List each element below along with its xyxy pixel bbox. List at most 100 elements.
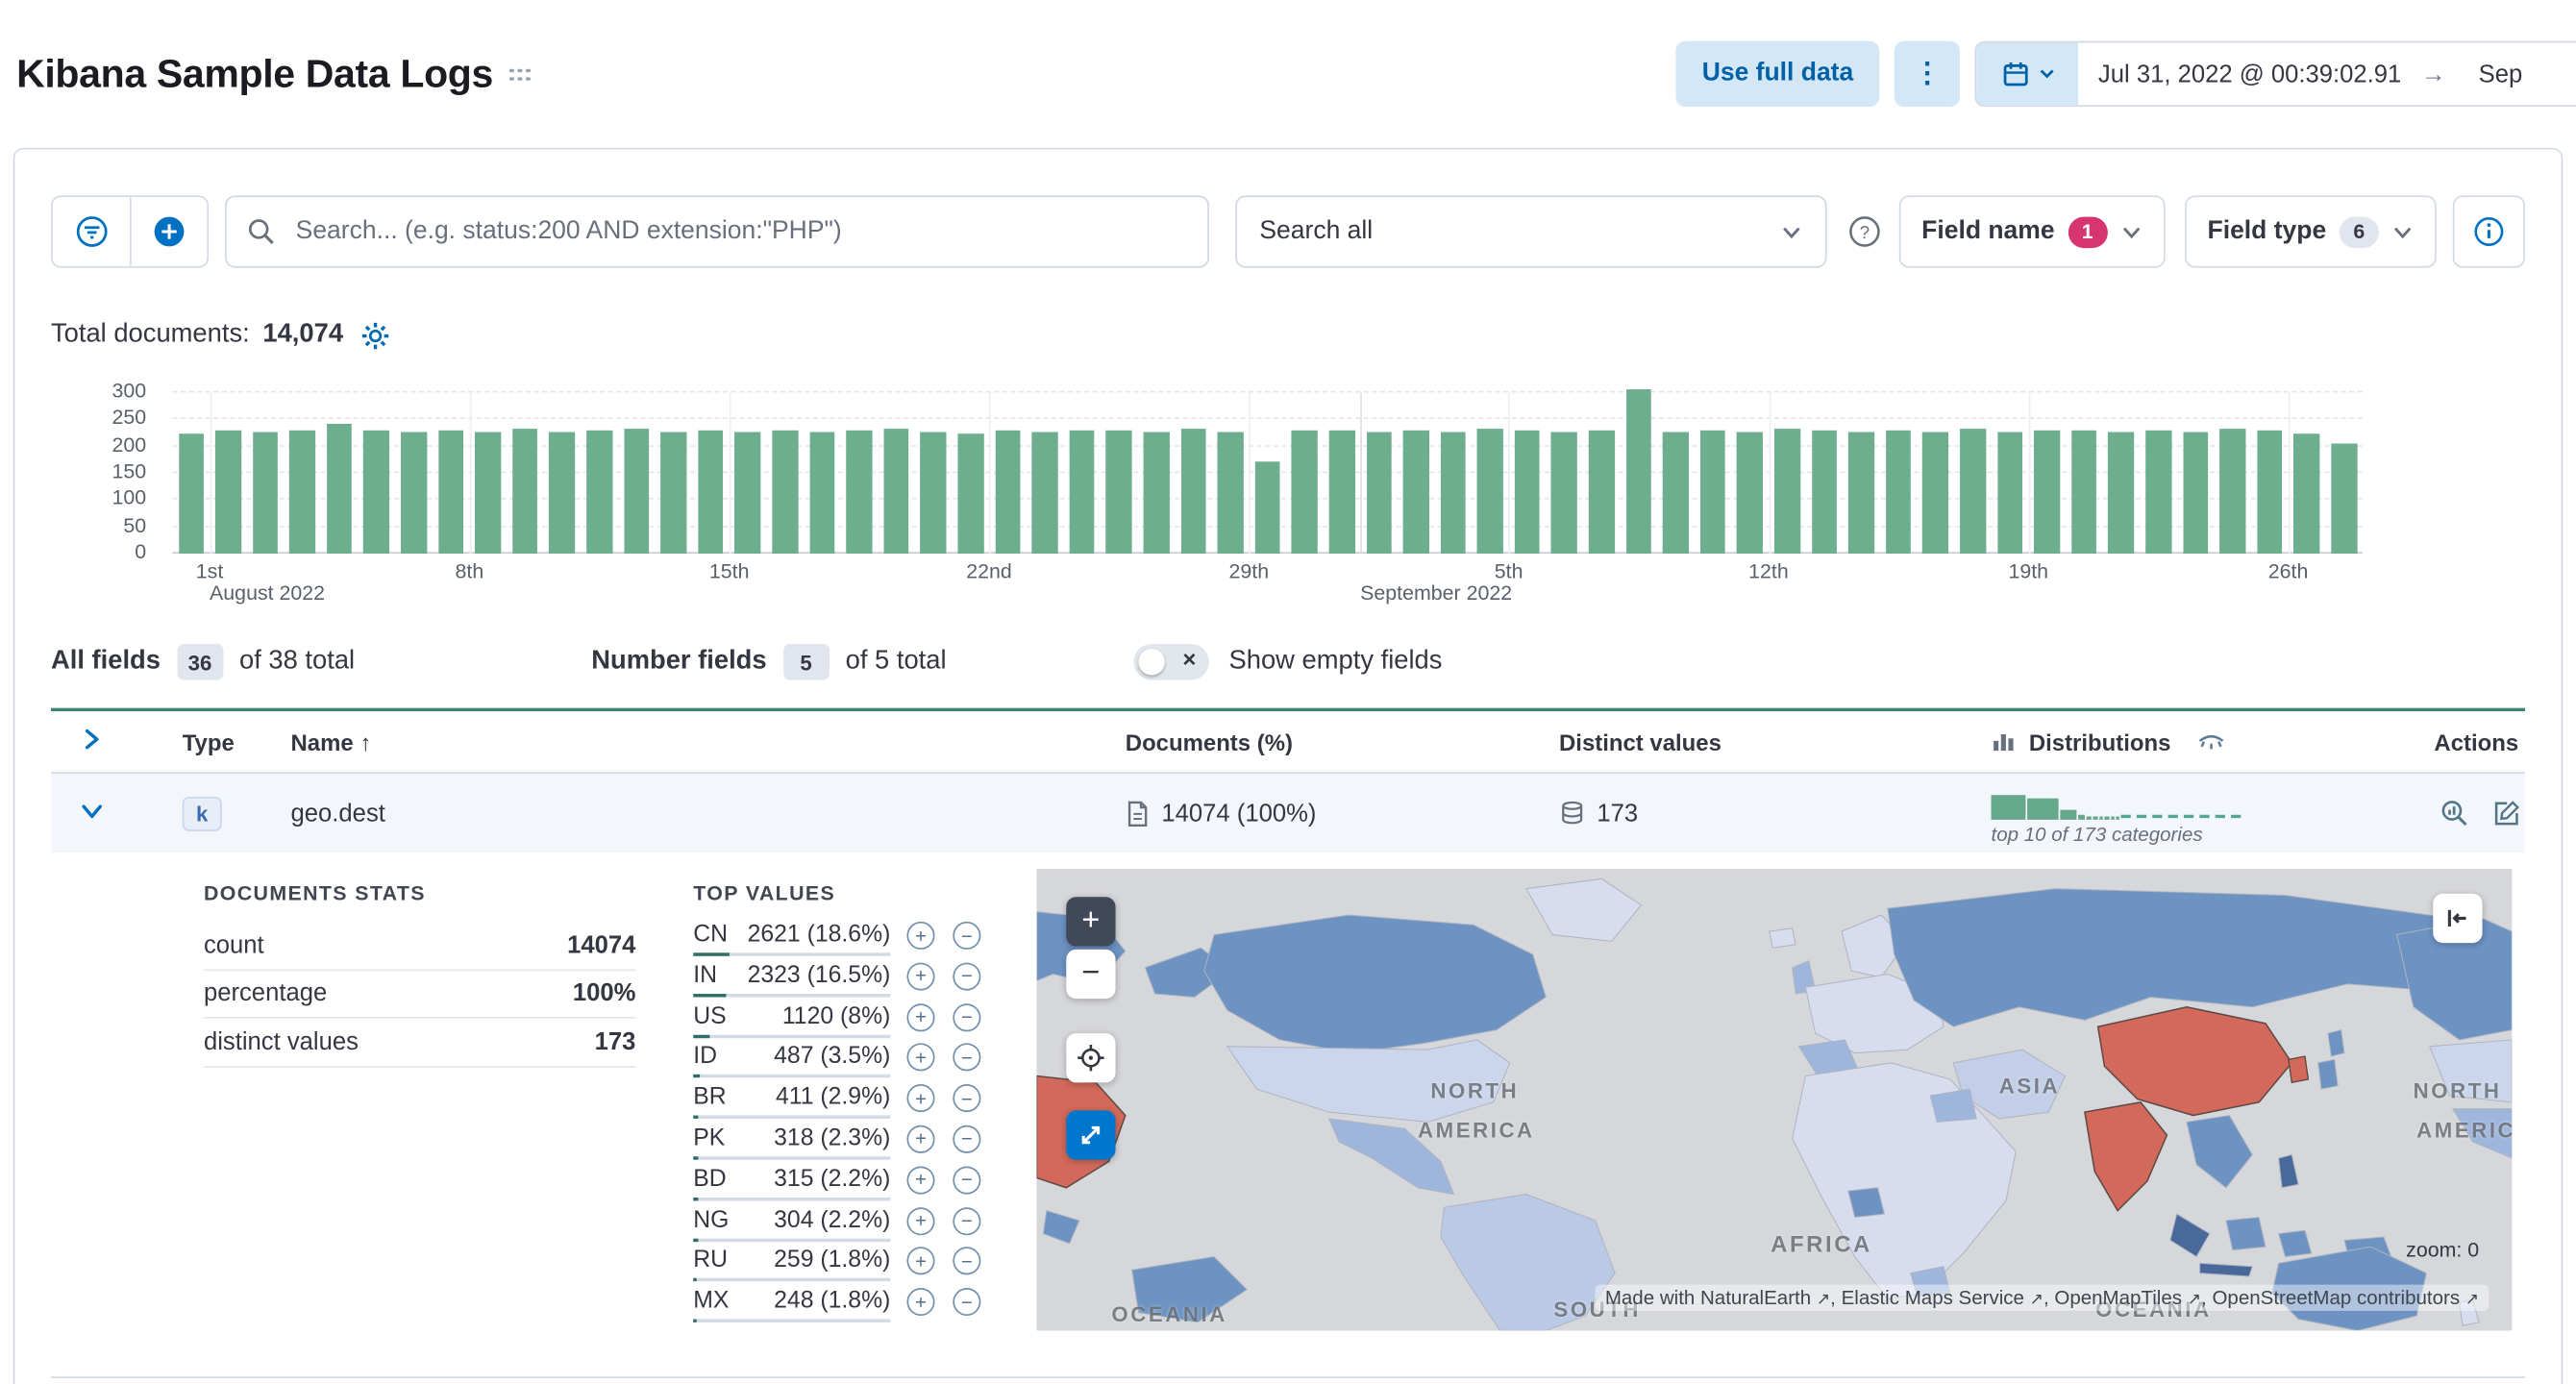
filter-out-value-button[interactable]: − (953, 1002, 981, 1031)
col-type[interactable]: Type (183, 729, 291, 754)
field-name[interactable]: geo.dest (291, 800, 1126, 828)
histogram-bar (2070, 429, 2097, 554)
map-expand-button[interactable] (1066, 1110, 1116, 1160)
field-row-geo-dest[interactable]: k geo.dest 14074 (100%) 173 top 10 of 17… (50, 774, 2526, 853)
number-fields-summary: Number fields 5 of 5 total (591, 643, 947, 680)
chevron-down-icon (2393, 226, 2412, 238)
map-attribution-link[interactable]: OpenMapTiles ↗ (2054, 1286, 2201, 1309)
top-value-bar (693, 1034, 891, 1038)
use-full-data-button[interactable]: Use full data (1675, 40, 1880, 108)
legend-toggle-icon (2447, 909, 2466, 927)
chart-settings-button[interactable] (359, 319, 390, 350)
filter-for-value-button[interactable]: + (906, 1002, 935, 1031)
show-empty-fields-toggle[interactable]: × (1133, 643, 1210, 680)
expand-icon (1081, 1125, 1101, 1145)
choropleth-map[interactable]: NORTH AMERICA ASIA AFRICA SOUTH OCEANIA OCEANI… (1036, 869, 2513, 1331)
expand-all-button[interactable] (81, 728, 104, 755)
date-range-end[interactable]: Sep (2459, 60, 2529, 87)
col-distinct-values[interactable]: Distinct values (1559, 729, 1992, 754)
filter-out-value-button[interactable]: − (953, 921, 981, 950)
kibana-data-visualizer-page: Kibana Sample Data Logs Use full data ⋮ … (0, 0, 2576, 1384)
map-region-label: NORTH (2413, 1077, 2502, 1103)
explore-in-lens-button[interactable] (2440, 799, 2469, 828)
row-actions (2315, 799, 2525, 828)
filter-for-value-button[interactable]: + (906, 1206, 935, 1235)
quick-select-button[interactable] (1976, 42, 2079, 106)
col-documents[interactable]: Documents (%) (1126, 729, 1559, 754)
filter-for-value-button[interactable]: + (906, 1166, 935, 1195)
col-name[interactable]: Name ↑ (291, 729, 1126, 754)
date-range-start[interactable]: Jul 31, 2022 @ 00:39:02.91 (2078, 60, 2408, 87)
filter-for-value-button[interactable]: + (906, 1043, 935, 1073)
filter-for-value-button[interactable]: + (906, 1124, 935, 1153)
top-value-key: PK (693, 1124, 726, 1152)
field-type-filter-button[interactable]: Field type 6 (2184, 195, 2437, 268)
histogram-bar (1699, 430, 1726, 554)
top-value-key: ID (693, 1043, 718, 1071)
map-attribution-link[interactable]: Elastic Maps Service ↗ (1842, 1286, 2043, 1309)
page-title: Kibana Sample Data Logs (16, 52, 493, 97)
top-value-count: 411 (2.9%) (775, 1084, 891, 1111)
filter-out-value-button[interactable]: − (953, 1166, 981, 1195)
filter-out-value-button[interactable]: − (953, 1124, 981, 1153)
total-documents-label: Total documents: (50, 320, 250, 349)
filter-out-value-button[interactable]: − (953, 1288, 981, 1317)
x-axis-month-label: August 2022 (210, 581, 326, 605)
filter-for-value-button[interactable]: + (906, 1247, 935, 1275)
filter-out-value-button[interactable]: − (953, 1043, 981, 1073)
search-scope-select[interactable]: Search all (1234, 195, 1827, 268)
map-legend-toggle-button[interactable] (2433, 893, 2483, 944)
syntax-help-button[interactable]: ? (1846, 213, 1883, 250)
top-value-key: BR (693, 1084, 727, 1111)
filter-for-value-button[interactable]: + (906, 1288, 935, 1317)
breadcrumb-menu-icon[interactable] (509, 67, 533, 83)
map-attribution-link[interactable]: OpenStreetMap contributors ↗ (2212, 1286, 2479, 1309)
histogram-bar (1551, 432, 1577, 554)
histogram-plot[interactable] (172, 389, 2363, 554)
top-value-row: US 1120 (8%) + − (693, 1002, 984, 1038)
field-details-expanded: DOCUMENTS STATS count 14074 percentage 100%… (50, 853, 2526, 1379)
histogram-bar (1625, 389, 1652, 554)
histogram-bar (846, 431, 873, 554)
header-actions-button[interactable]: ⋮ (1894, 40, 1961, 108)
top-value-bar (693, 1075, 891, 1078)
map-attribution-link[interactable]: Made with NaturalEarth ↗ (1605, 1286, 1830, 1309)
toggle-distributions-visibility-button[interactable] (2197, 729, 2227, 754)
stat-label: count (203, 930, 264, 959)
filter-out-value-button[interactable]: − (953, 962, 981, 991)
documents-histogram[interactable]: 0 50 100 150 200 250 300 1st 8th 15th 22nd 29th 5th… (51, 380, 2525, 605)
filter-out-value-button[interactable]: − (953, 1084, 981, 1113)
collapse-row-button[interactable] (81, 800, 104, 828)
histogram-bar (957, 432, 984, 554)
map-zoom-out-button[interactable]: − (1066, 949, 1116, 1000)
filter-out-value-button[interactable]: − (953, 1247, 981, 1275)
y-axis-tick-label: 100 (111, 486, 147, 510)
map-zoom-in-button[interactable]: + (1066, 897, 1116, 947)
top-value-row: NG 304 (2.2%) + − (693, 1206, 984, 1242)
histogram-bar (363, 431, 390, 554)
documents-value: 14074 (100%) (1161, 799, 1317, 828)
histogram-bar (252, 432, 279, 554)
field-name-filter-button[interactable]: Field name 1 (1898, 195, 2166, 268)
filter-for-value-button[interactable]: + (906, 962, 935, 991)
add-filter-button[interactable] (130, 197, 208, 266)
field-type-count-badge: 6 (2339, 215, 2379, 248)
info-icon (2474, 217, 2504, 246)
date-picker[interactable]: Jul 31, 2022 @ 00:39:02.91 → Sep (1974, 40, 2576, 108)
filter-for-value-button[interactable]: + (906, 921, 935, 950)
toggle-filters-button[interactable] (52, 197, 131, 266)
info-button[interactable] (2452, 195, 2526, 268)
top-value-key: RU (693, 1247, 729, 1274)
search-input[interactable] (225, 195, 1209, 268)
external-link-icon: ↗ (1816, 1291, 1831, 1310)
filter-for-value-button[interactable]: + (906, 1084, 935, 1113)
map-region-label: ASIA (1998, 1074, 2061, 1099)
distinct-values-value: 173 (1597, 799, 1639, 828)
edit-icon (2494, 801, 2520, 826)
chevron-down-icon (2122, 226, 2140, 238)
top-value-bar (693, 1238, 891, 1242)
map-fit-data-button[interactable] (1066, 1033, 1116, 1083)
edit-field-button[interactable] (2492, 799, 2522, 828)
histogram-bar (1291, 431, 1318, 554)
filter-out-value-button[interactable]: − (953, 1206, 981, 1235)
